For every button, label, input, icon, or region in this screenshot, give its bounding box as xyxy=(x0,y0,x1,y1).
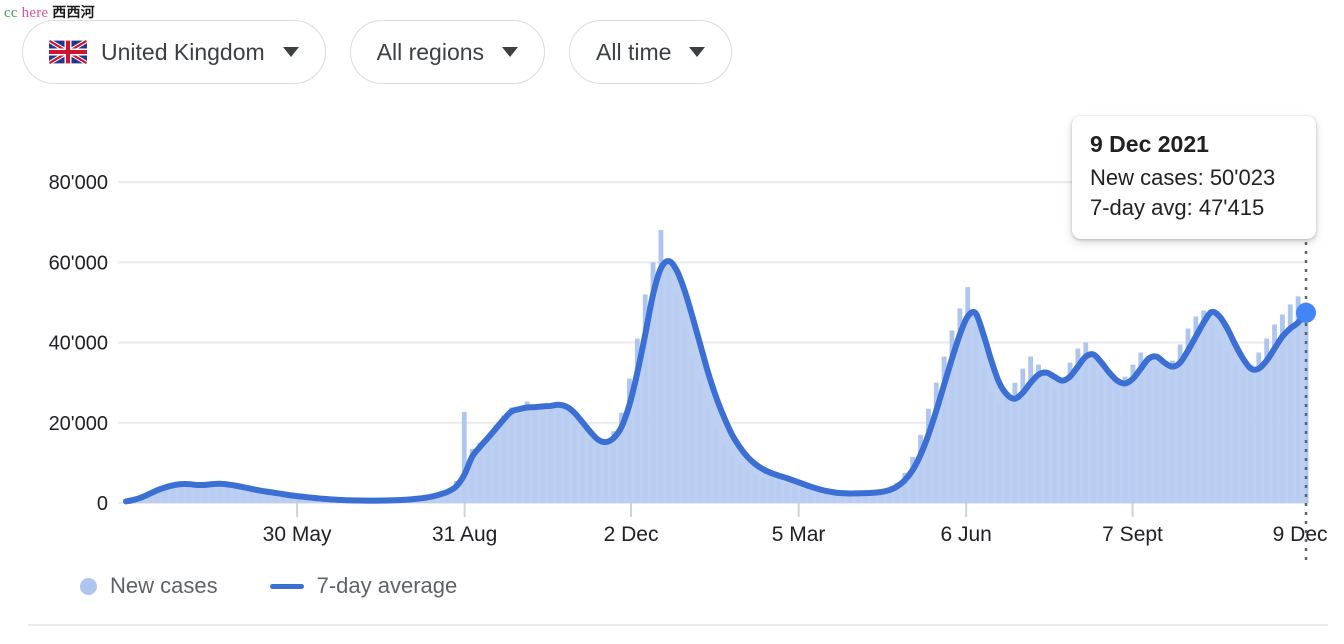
tooltip-new-cases: New cases: 50'023 xyxy=(1090,164,1276,190)
chevron-down-icon xyxy=(282,47,299,57)
regions-selector[interactable]: All regions xyxy=(349,20,546,84)
legend-item-seven-day-average[interactable]: 7-day average xyxy=(269,573,458,599)
svg-text:5 Mar: 5 Mar xyxy=(772,523,826,546)
legend-label-seven-day-average: 7-day average xyxy=(316,573,458,598)
svg-text:80'000: 80'000 xyxy=(49,172,108,194)
legend-line-icon xyxy=(269,583,304,589)
chart-tooltip: 9 Dec 2021 New cases: 50'023 7-day avg: … xyxy=(1072,116,1316,239)
chart-y-axis-labels: 0 20'000 40'000 60'000 80'000 xyxy=(49,172,108,515)
regions-selector-label: All regions xyxy=(376,38,485,65)
covid-cases-chart[interactable]: 0 20'000 40'000 60'000 80'000 30 May 31 Aug 2 … xyxy=(0,0,1344,620)
country-selector[interactable]: United Kingdom xyxy=(22,20,326,84)
chart-x-axis-labels: 30 May 31 Aug 2 Dec 5 Mar 6 Jun 7 Sept 9 Dec xyxy=(263,503,1328,546)
legend-dot-icon xyxy=(80,577,97,595)
time-range-selector-label: All time xyxy=(596,38,672,65)
svg-text:2 Dec: 2 Dec xyxy=(604,523,659,546)
legend-label-new-cases: New cases xyxy=(110,573,218,598)
chart-canvas[interactable]: 0 20'000 40'000 60'000 80'000 30 May 31 Aug 2 … xyxy=(0,0,1344,620)
watermark-cn: 西西河 xyxy=(52,5,95,21)
bottom-divider xyxy=(28,624,1328,626)
svg-text:40'000: 40'000 xyxy=(49,333,108,355)
watermark: cc here 西西河 xyxy=(4,2,95,22)
chart-marker-dot xyxy=(1296,302,1316,323)
tooltip-seven-day-avg: 7-day avg: 47'415 xyxy=(1090,194,1265,220)
svg-text:9 Dec: 9 Dec xyxy=(1273,523,1328,546)
svg-text:7 Sept: 7 Sept xyxy=(1102,523,1163,546)
legend-item-new-cases[interactable]: New cases xyxy=(80,573,218,599)
svg-text:20'000: 20'000 xyxy=(49,413,108,435)
chevron-down-icon xyxy=(689,47,706,57)
tooltip-date: 9 Dec 2021 xyxy=(1090,131,1209,157)
uk-flag-icon xyxy=(49,38,87,66)
chart-legend: New cases 7-day average xyxy=(80,573,457,599)
svg-text:6 Jun: 6 Jun xyxy=(940,523,991,546)
watermark-cc: cc xyxy=(4,5,18,21)
svg-text:60'000: 60'000 xyxy=(49,252,108,274)
svg-text:31 Aug: 31 Aug xyxy=(432,523,497,546)
country-selector-label: United Kingdom xyxy=(101,38,265,65)
time-range-selector[interactable]: All time xyxy=(569,20,733,84)
filter-bar: United Kingdom All regions All time xyxy=(22,20,733,84)
watermark-here: here xyxy=(21,5,49,21)
chevron-down-icon xyxy=(502,47,519,57)
svg-text:0: 0 xyxy=(97,493,108,515)
svg-text:30 May: 30 May xyxy=(263,523,332,546)
